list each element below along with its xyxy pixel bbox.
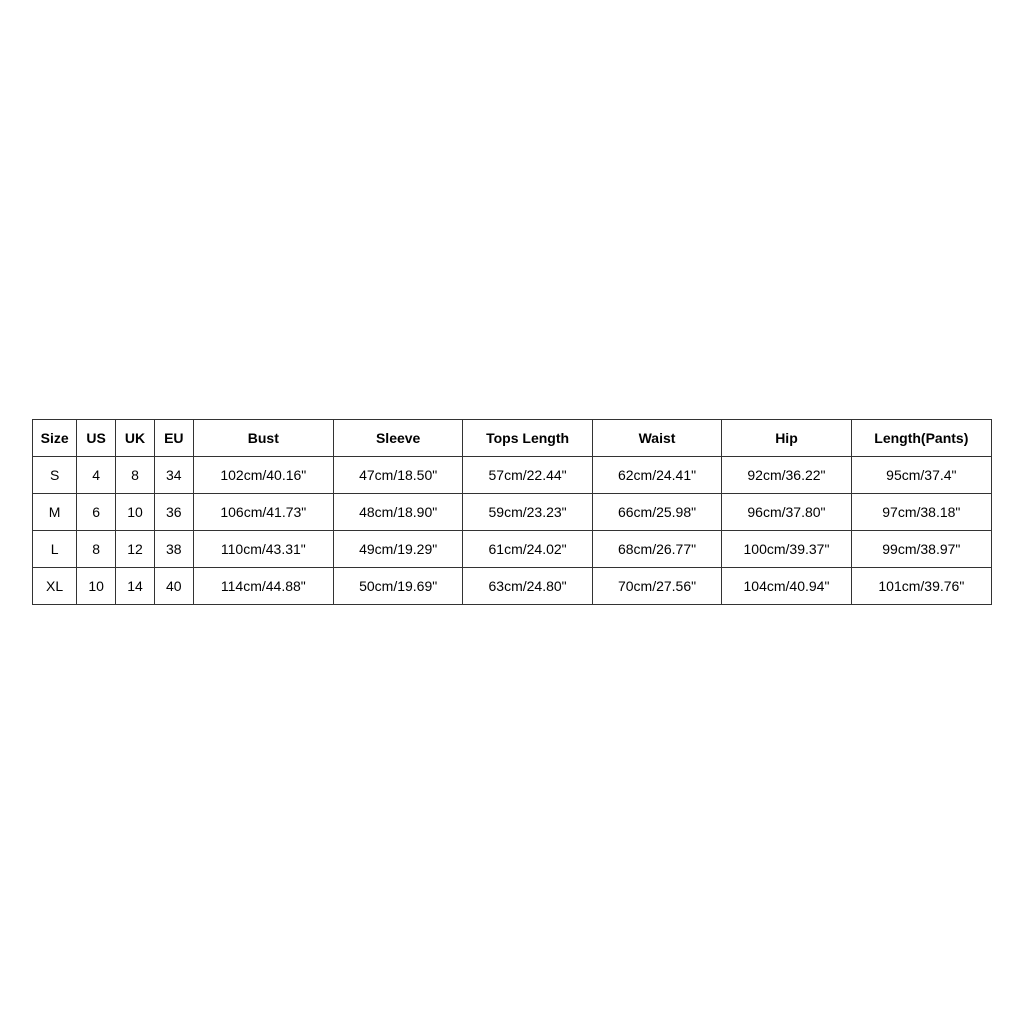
table-row: XL101440114cm/44.88"50cm/19.69"63cm/24.8… [33, 568, 992, 605]
header-sleeve: Sleeve [333, 420, 462, 457]
cell-waist: 68cm/26.77" [592, 531, 721, 568]
cell-bust: 114cm/44.88" [193, 568, 333, 605]
cell-sleeve: 49cm/19.29" [333, 531, 462, 568]
cell-hip: 104cm/40.94" [722, 568, 851, 605]
cell-sleeve: 47cm/18.50" [333, 457, 462, 494]
cell-pants_length: 99cm/38.97" [851, 531, 991, 568]
cell-size: XL [33, 568, 77, 605]
cell-size: S [33, 457, 77, 494]
header-bust: Bust [193, 420, 333, 457]
header-hip: Hip [722, 420, 851, 457]
table-row: M61036106cm/41.73"48cm/18.90"59cm/23.23"… [33, 494, 992, 531]
cell-uk: 8 [116, 457, 155, 494]
table-row: L81238110cm/43.31"49cm/19.29"61cm/24.02"… [33, 531, 992, 568]
cell-tops_length: 63cm/24.80" [463, 568, 592, 605]
cell-hip: 92cm/36.22" [722, 457, 851, 494]
cell-waist: 70cm/27.56" [592, 568, 721, 605]
cell-eu: 36 [154, 494, 193, 531]
cell-tops_length: 61cm/24.02" [463, 531, 592, 568]
table-header-row: Size US UK EU Bust Sleeve Tops Length Wa… [33, 420, 992, 457]
cell-uk: 10 [116, 494, 155, 531]
cell-waist: 66cm/25.98" [592, 494, 721, 531]
size-chart-table: Size US UK EU Bust Sleeve Tops Length Wa… [32, 419, 992, 605]
table-row: S4834102cm/40.16"47cm/18.50"57cm/22.44"6… [33, 457, 992, 494]
header-eu: EU [154, 420, 193, 457]
cell-bust: 110cm/43.31" [193, 531, 333, 568]
cell-tops_length: 57cm/22.44" [463, 457, 592, 494]
size-chart-container: Size US UK EU Bust Sleeve Tops Length Wa… [32, 419, 992, 605]
cell-us: 8 [77, 531, 116, 568]
cell-bust: 102cm/40.16" [193, 457, 333, 494]
header-waist: Waist [592, 420, 721, 457]
cell-pants_length: 101cm/39.76" [851, 568, 991, 605]
cell-hip: 96cm/37.80" [722, 494, 851, 531]
cell-us: 10 [77, 568, 116, 605]
cell-sleeve: 50cm/19.69" [333, 568, 462, 605]
cell-eu: 38 [154, 531, 193, 568]
cell-eu: 34 [154, 457, 193, 494]
header-us: US [77, 420, 116, 457]
cell-eu: 40 [154, 568, 193, 605]
cell-us: 4 [77, 457, 116, 494]
cell-tops_length: 59cm/23.23" [463, 494, 592, 531]
cell-waist: 62cm/24.41" [592, 457, 721, 494]
cell-pants_length: 97cm/38.18" [851, 494, 991, 531]
cell-pants_length: 95cm/37.4" [851, 457, 991, 494]
header-size: Size [33, 420, 77, 457]
cell-us: 6 [77, 494, 116, 531]
cell-uk: 14 [116, 568, 155, 605]
cell-bust: 106cm/41.73" [193, 494, 333, 531]
cell-size: L [33, 531, 77, 568]
header-pants-length: Length(Pants) [851, 420, 991, 457]
header-tops-length: Tops Length [463, 420, 592, 457]
header-uk: UK [116, 420, 155, 457]
cell-sleeve: 48cm/18.90" [333, 494, 462, 531]
cell-size: M [33, 494, 77, 531]
cell-hip: 100cm/39.37" [722, 531, 851, 568]
cell-uk: 12 [116, 531, 155, 568]
